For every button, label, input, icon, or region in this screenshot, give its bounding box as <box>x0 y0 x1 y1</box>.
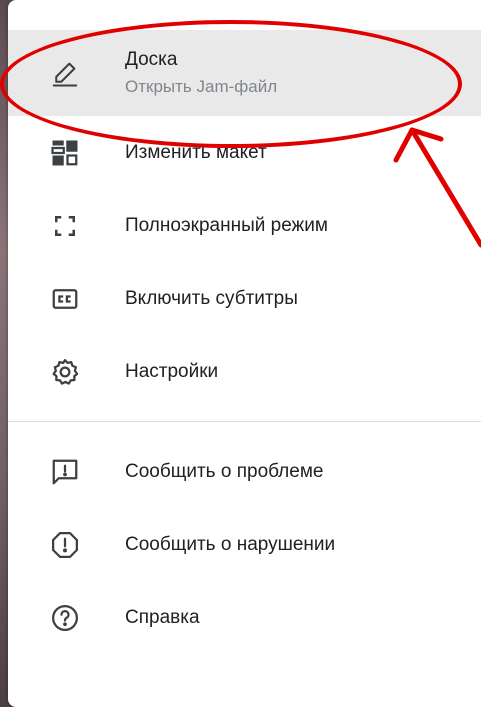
overflow-menu: Доска Открыть Jam-файл Изменить макет По… <box>8 0 481 707</box>
menu-item-report-abuse[interactable]: Сообщить о нарушении <box>8 508 481 581</box>
pencil-icon <box>48 56 82 90</box>
menu-item-label: Включить субтитры <box>125 287 298 309</box>
layout-icon <box>48 136 82 170</box>
menu-item-label: Сообщить о проблеме <box>125 460 324 482</box>
menu-item-label: Настройки <box>125 360 219 382</box>
menu-item-label: Справка <box>125 606 200 628</box>
menu-item-label: Доска <box>125 49 178 70</box>
menu-item-label: Изменить макет <box>125 141 267 163</box>
menu-item-captions[interactable]: Включить субтитры <box>8 262 481 335</box>
gear-icon <box>48 355 82 389</box>
menu-item-sublabel: Открыть Jam-файл <box>125 77 278 96</box>
feedback-icon <box>48 455 82 489</box>
menu-item-settings[interactable]: Настройки <box>8 335 481 408</box>
menu-item-whiteboard[interactable]: Доска Открыть Jam-файл <box>8 30 481 116</box>
menu-divider <box>8 421 481 422</box>
menu-item-label: Полноэкранный режим <box>125 214 328 236</box>
menu-item-fullscreen[interactable]: Полноэкранный режим <box>8 189 481 262</box>
fullscreen-icon <box>48 209 82 243</box>
report-icon <box>48 528 82 562</box>
menu-item-help[interactable]: Справка <box>8 581 481 654</box>
menu-item-label: Сообщить о нарушении <box>125 533 336 555</box>
help-icon <box>48 601 82 635</box>
closed-captions-icon <box>48 282 82 316</box>
menu-item-report-problem[interactable]: Сообщить о проблеме <box>8 435 481 508</box>
menu-item-change-layout[interactable]: Изменить макет <box>8 116 481 189</box>
